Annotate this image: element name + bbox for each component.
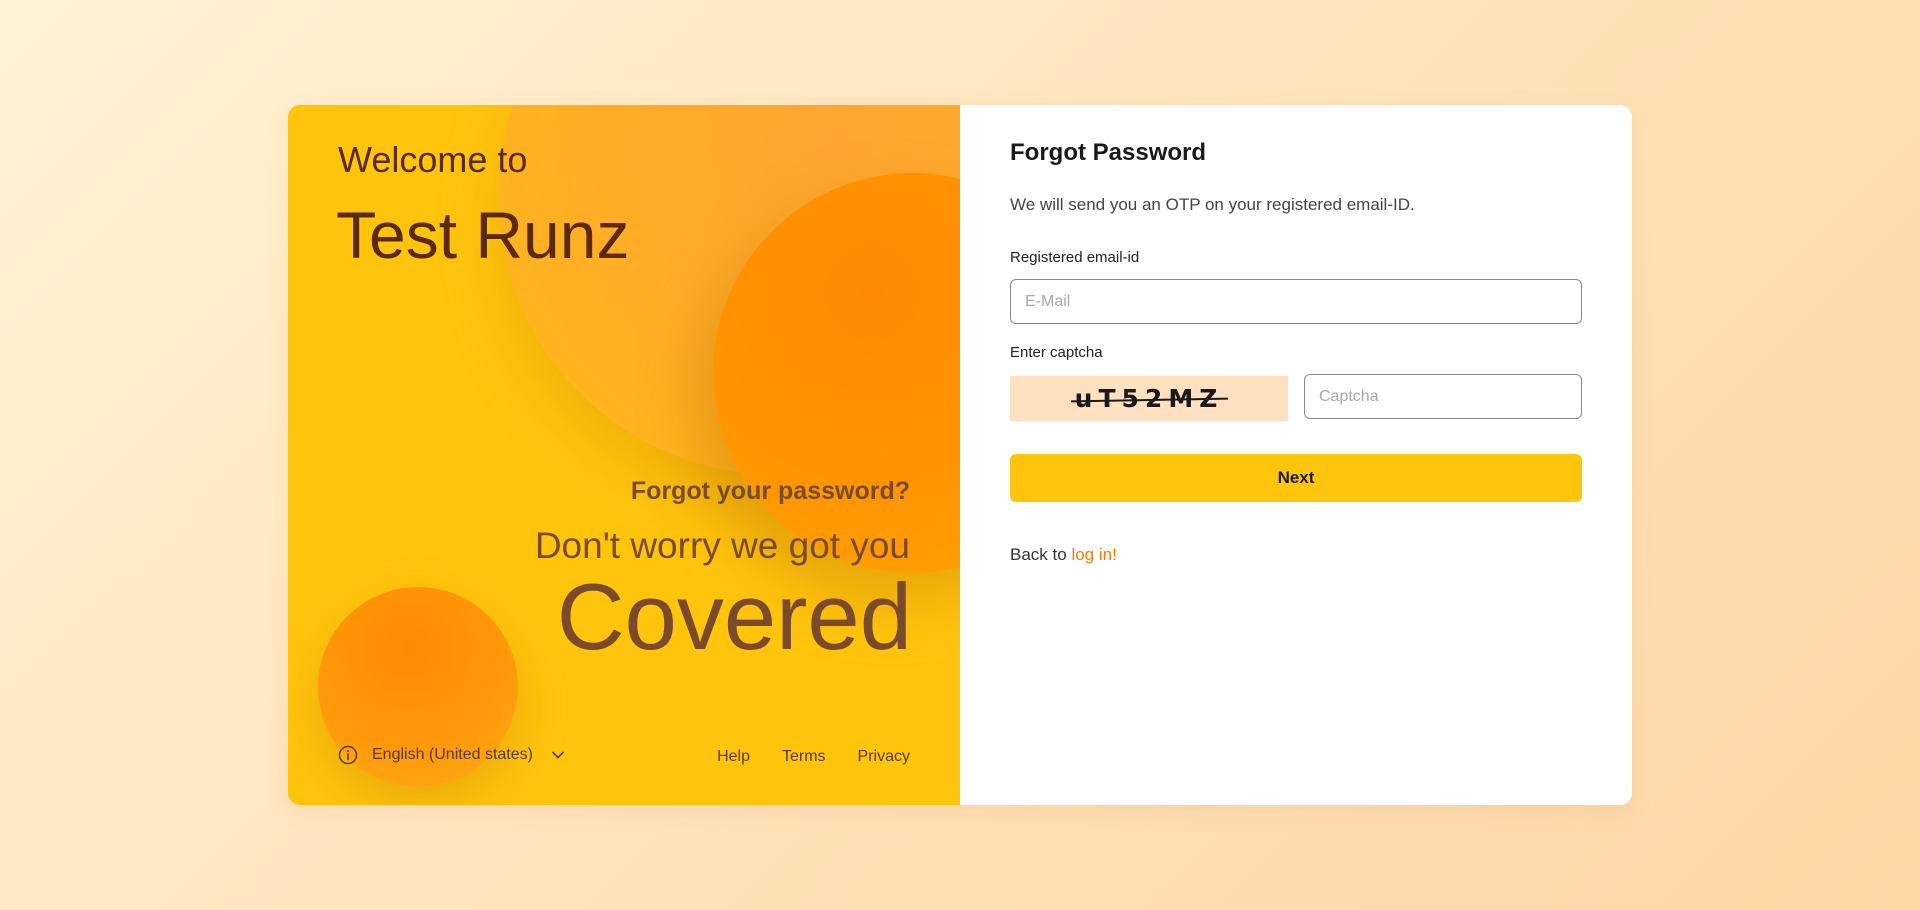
hero-panel: Welcome to Test Runz Forgot your passwor…: [288, 105, 960, 805]
login-link[interactable]: log in!: [1071, 545, 1116, 564]
help-link[interactable]: Help: [717, 748, 750, 766]
captcha-code: uT52MZ: [1070, 384, 1228, 413]
captcha-label: Enter captcha: [1010, 344, 1103, 361]
back-to-login: Back to log in!: [1010, 545, 1117, 565]
brand-name: Test Runz: [336, 198, 630, 272]
login-card: Welcome to Test Runz Forgot your passwor…: [288, 105, 1632, 805]
tagline-big: Covered: [556, 564, 912, 669]
next-button[interactable]: Next: [1010, 454, 1582, 502]
tagline-reassure: Don't worry we got you: [534, 525, 910, 566]
footer-links: Help Terms Privacy: [717, 748, 910, 766]
captcha-input[interactable]: [1304, 374, 1582, 419]
form-description: We will send you an OTP on your register…: [1010, 195, 1415, 214]
email-label: Registered email-id: [1010, 249, 1140, 266]
back-prefix: Back to: [1010, 545, 1067, 564]
form-title: Forgot Password: [1010, 139, 1207, 166]
info-icon[interactable]: [338, 745, 358, 765]
privacy-link[interactable]: Privacy: [858, 748, 910, 766]
email-input[interactable]: [1010, 279, 1582, 324]
welcome-text: Welcome to: [338, 139, 528, 180]
captcha-image: uT52MZ: [1010, 376, 1288, 421]
terms-link[interactable]: Terms: [782, 748, 826, 766]
form-panel: Forgot Password We will send you an OTP …: [960, 105, 1632, 805]
language-selector[interactable]: English (United states): [338, 745, 565, 765]
chevron-down-icon[interactable]: [551, 748, 565, 762]
tagline-question: Forgot your password?: [630, 477, 910, 505]
language-label[interactable]: English (United states): [372, 746, 533, 764]
